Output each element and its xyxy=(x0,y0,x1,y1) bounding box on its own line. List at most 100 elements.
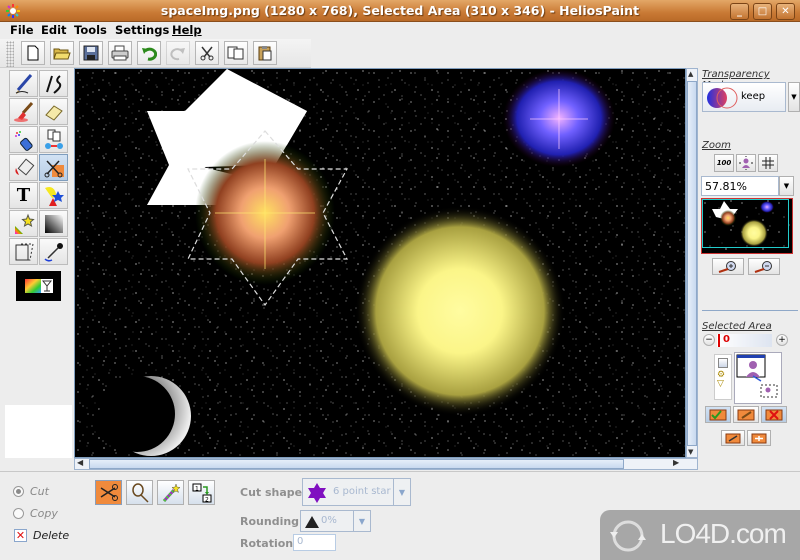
swap-layers-button[interactable]: 12 xyxy=(188,480,215,505)
copy-button[interactable] xyxy=(224,41,248,65)
tool-select-cut[interactable] xyxy=(39,154,68,181)
cancel-selection-button[interactable] xyxy=(761,406,787,423)
close-button[interactable]: ✕ xyxy=(776,3,795,20)
redo-button[interactable] xyxy=(166,41,190,65)
clear-selection-button[interactable] xyxy=(733,406,759,423)
cut-shape-select[interactable]: 6 point star ▼ xyxy=(302,478,411,506)
zoom-in-icon xyxy=(718,260,736,273)
delete-checkbox[interactable]: ✕ xyxy=(14,529,27,542)
tool-color-picker[interactable] xyxy=(39,238,68,265)
tool-pen[interactable] xyxy=(9,70,38,97)
lasso-icon xyxy=(131,482,149,503)
zoom-grid-button[interactable] xyxy=(758,154,778,172)
menu-bar: File Edit Tools Settings Help xyxy=(0,22,800,39)
color-swatch[interactable] xyxy=(16,271,61,301)
six-point-star-icon xyxy=(308,483,326,503)
tool-eraser[interactable] xyxy=(39,98,68,125)
tool-transform[interactable] xyxy=(9,238,38,265)
scroll-left-arrow[interactable]: ◀ xyxy=(77,458,83,467)
transparency-mode-select[interactable]: keep xyxy=(702,82,786,112)
rounding-select[interactable]: 0% ▼ xyxy=(300,510,371,532)
new-file-icon xyxy=(27,45,39,61)
folder-icon xyxy=(53,48,71,59)
minus-icon: − xyxy=(705,335,713,345)
layer-toggle[interactable] xyxy=(718,358,728,368)
selection-shrink-button[interactable]: − xyxy=(703,334,715,346)
vertical-scrollbar[interactable]: ▲ ▼ xyxy=(686,68,698,458)
text-icon: T xyxy=(16,185,31,206)
print-button[interactable] xyxy=(108,41,132,65)
apply-selection-button[interactable] xyxy=(705,406,731,423)
tool-paint-brush[interactable] xyxy=(9,98,38,125)
copy-radio[interactable] xyxy=(13,508,24,519)
horizontal-scroll-thumb[interactable] xyxy=(89,459,624,469)
swap-order-icon: 12 xyxy=(192,483,211,503)
zoom-level-value: 57.81% xyxy=(705,180,747,193)
zoom-100-button[interactable]: 100 xyxy=(714,154,734,172)
scroll-down-arrow[interactable]: ▼ xyxy=(688,448,693,456)
vertical-scroll-thumb[interactable] xyxy=(687,81,697,446)
selection-move-icon xyxy=(736,354,778,398)
tool-spray[interactable] xyxy=(9,126,38,153)
fit-selection-button[interactable] xyxy=(747,430,771,446)
toolbar-grip[interactable] xyxy=(6,41,14,67)
rotation-label: Rotation: xyxy=(240,537,298,550)
menu-edit[interactable]: Edit xyxy=(41,23,67,37)
open-file-button[interactable] xyxy=(50,41,74,65)
tool-text[interactable]: T xyxy=(9,182,38,209)
select-lasso-button[interactable] xyxy=(126,480,153,505)
zoom-level-input[interactable]: 57.81% xyxy=(701,176,779,196)
yellow-sun xyxy=(355,206,565,416)
selection-slider[interactable]: 0 xyxy=(717,334,772,347)
zoom-dropdown-button[interactable]: ▼ xyxy=(779,176,794,196)
tool-clone[interactable] xyxy=(39,126,68,153)
tool-shapes[interactable] xyxy=(39,182,68,209)
space-image xyxy=(75,69,685,457)
tool-gradient[interactable] xyxy=(39,210,68,237)
menu-file[interactable]: File xyxy=(10,23,34,37)
select-magic-wand-button[interactable] xyxy=(157,480,184,505)
transparency-overlap-icon xyxy=(707,87,738,109)
rotation-input[interactable]: 0 xyxy=(293,534,336,551)
selection-preview[interactable] xyxy=(734,352,782,404)
tool-fill[interactable] xyxy=(9,154,38,181)
copy-label: Copy xyxy=(30,507,58,520)
left-panel-blank xyxy=(5,405,72,458)
selection-grow-button[interactable]: + xyxy=(776,334,788,346)
minimize-button[interactable]: _ xyxy=(730,3,749,20)
menu-help[interactable]: Help xyxy=(172,23,202,37)
curve-line-icon xyxy=(45,74,61,94)
select-scissors-button[interactable] xyxy=(95,480,122,505)
clone-icon xyxy=(44,129,63,149)
scroll-right-arrow[interactable]: ▶ xyxy=(673,458,679,467)
undo-button[interactable] xyxy=(137,41,161,65)
rounding-dropdown-arrow[interactable]: ▼ xyxy=(353,511,370,531)
save-button[interactable] xyxy=(79,41,103,65)
tool-freehand-line[interactable] xyxy=(39,70,68,97)
apply-check-icon xyxy=(709,409,727,420)
chevron-down-icon: ▼ xyxy=(783,182,790,190)
maximize-button[interactable]: □ xyxy=(753,3,772,20)
new-file-button[interactable] xyxy=(21,41,45,65)
menu-tools[interactable]: Tools xyxy=(74,23,107,37)
menu-settings[interactable]: Settings xyxy=(115,23,169,37)
transparency-dropdown-button[interactable]: ▼ xyxy=(788,82,800,112)
cut-shape-dropdown-arrow[interactable]: ▼ xyxy=(393,479,410,505)
cut-button[interactable] xyxy=(195,41,219,65)
image-canvas[interactable] xyxy=(74,68,686,458)
brush-icon xyxy=(13,101,33,122)
horizontal-scrollbar[interactable]: ◀ ▶ xyxy=(74,458,698,470)
radio-dot xyxy=(16,489,21,494)
cut-radio[interactable] xyxy=(13,486,24,497)
navigator-thumbnail[interactable] xyxy=(701,198,793,254)
crop-icon xyxy=(725,433,741,443)
paste-button[interactable] xyxy=(253,41,277,65)
fit-arrows-icon xyxy=(751,433,767,443)
zoom-fit-button[interactable] xyxy=(736,154,756,172)
scissors-icon xyxy=(100,483,118,501)
crop-to-selection-button[interactable] xyxy=(721,430,745,446)
zoom-in-button[interactable] xyxy=(712,258,744,275)
tool-effects[interactable] xyxy=(9,210,38,237)
zoom-out-button[interactable] xyxy=(748,258,780,275)
scroll-up-arrow[interactable]: ▲ xyxy=(688,70,693,78)
